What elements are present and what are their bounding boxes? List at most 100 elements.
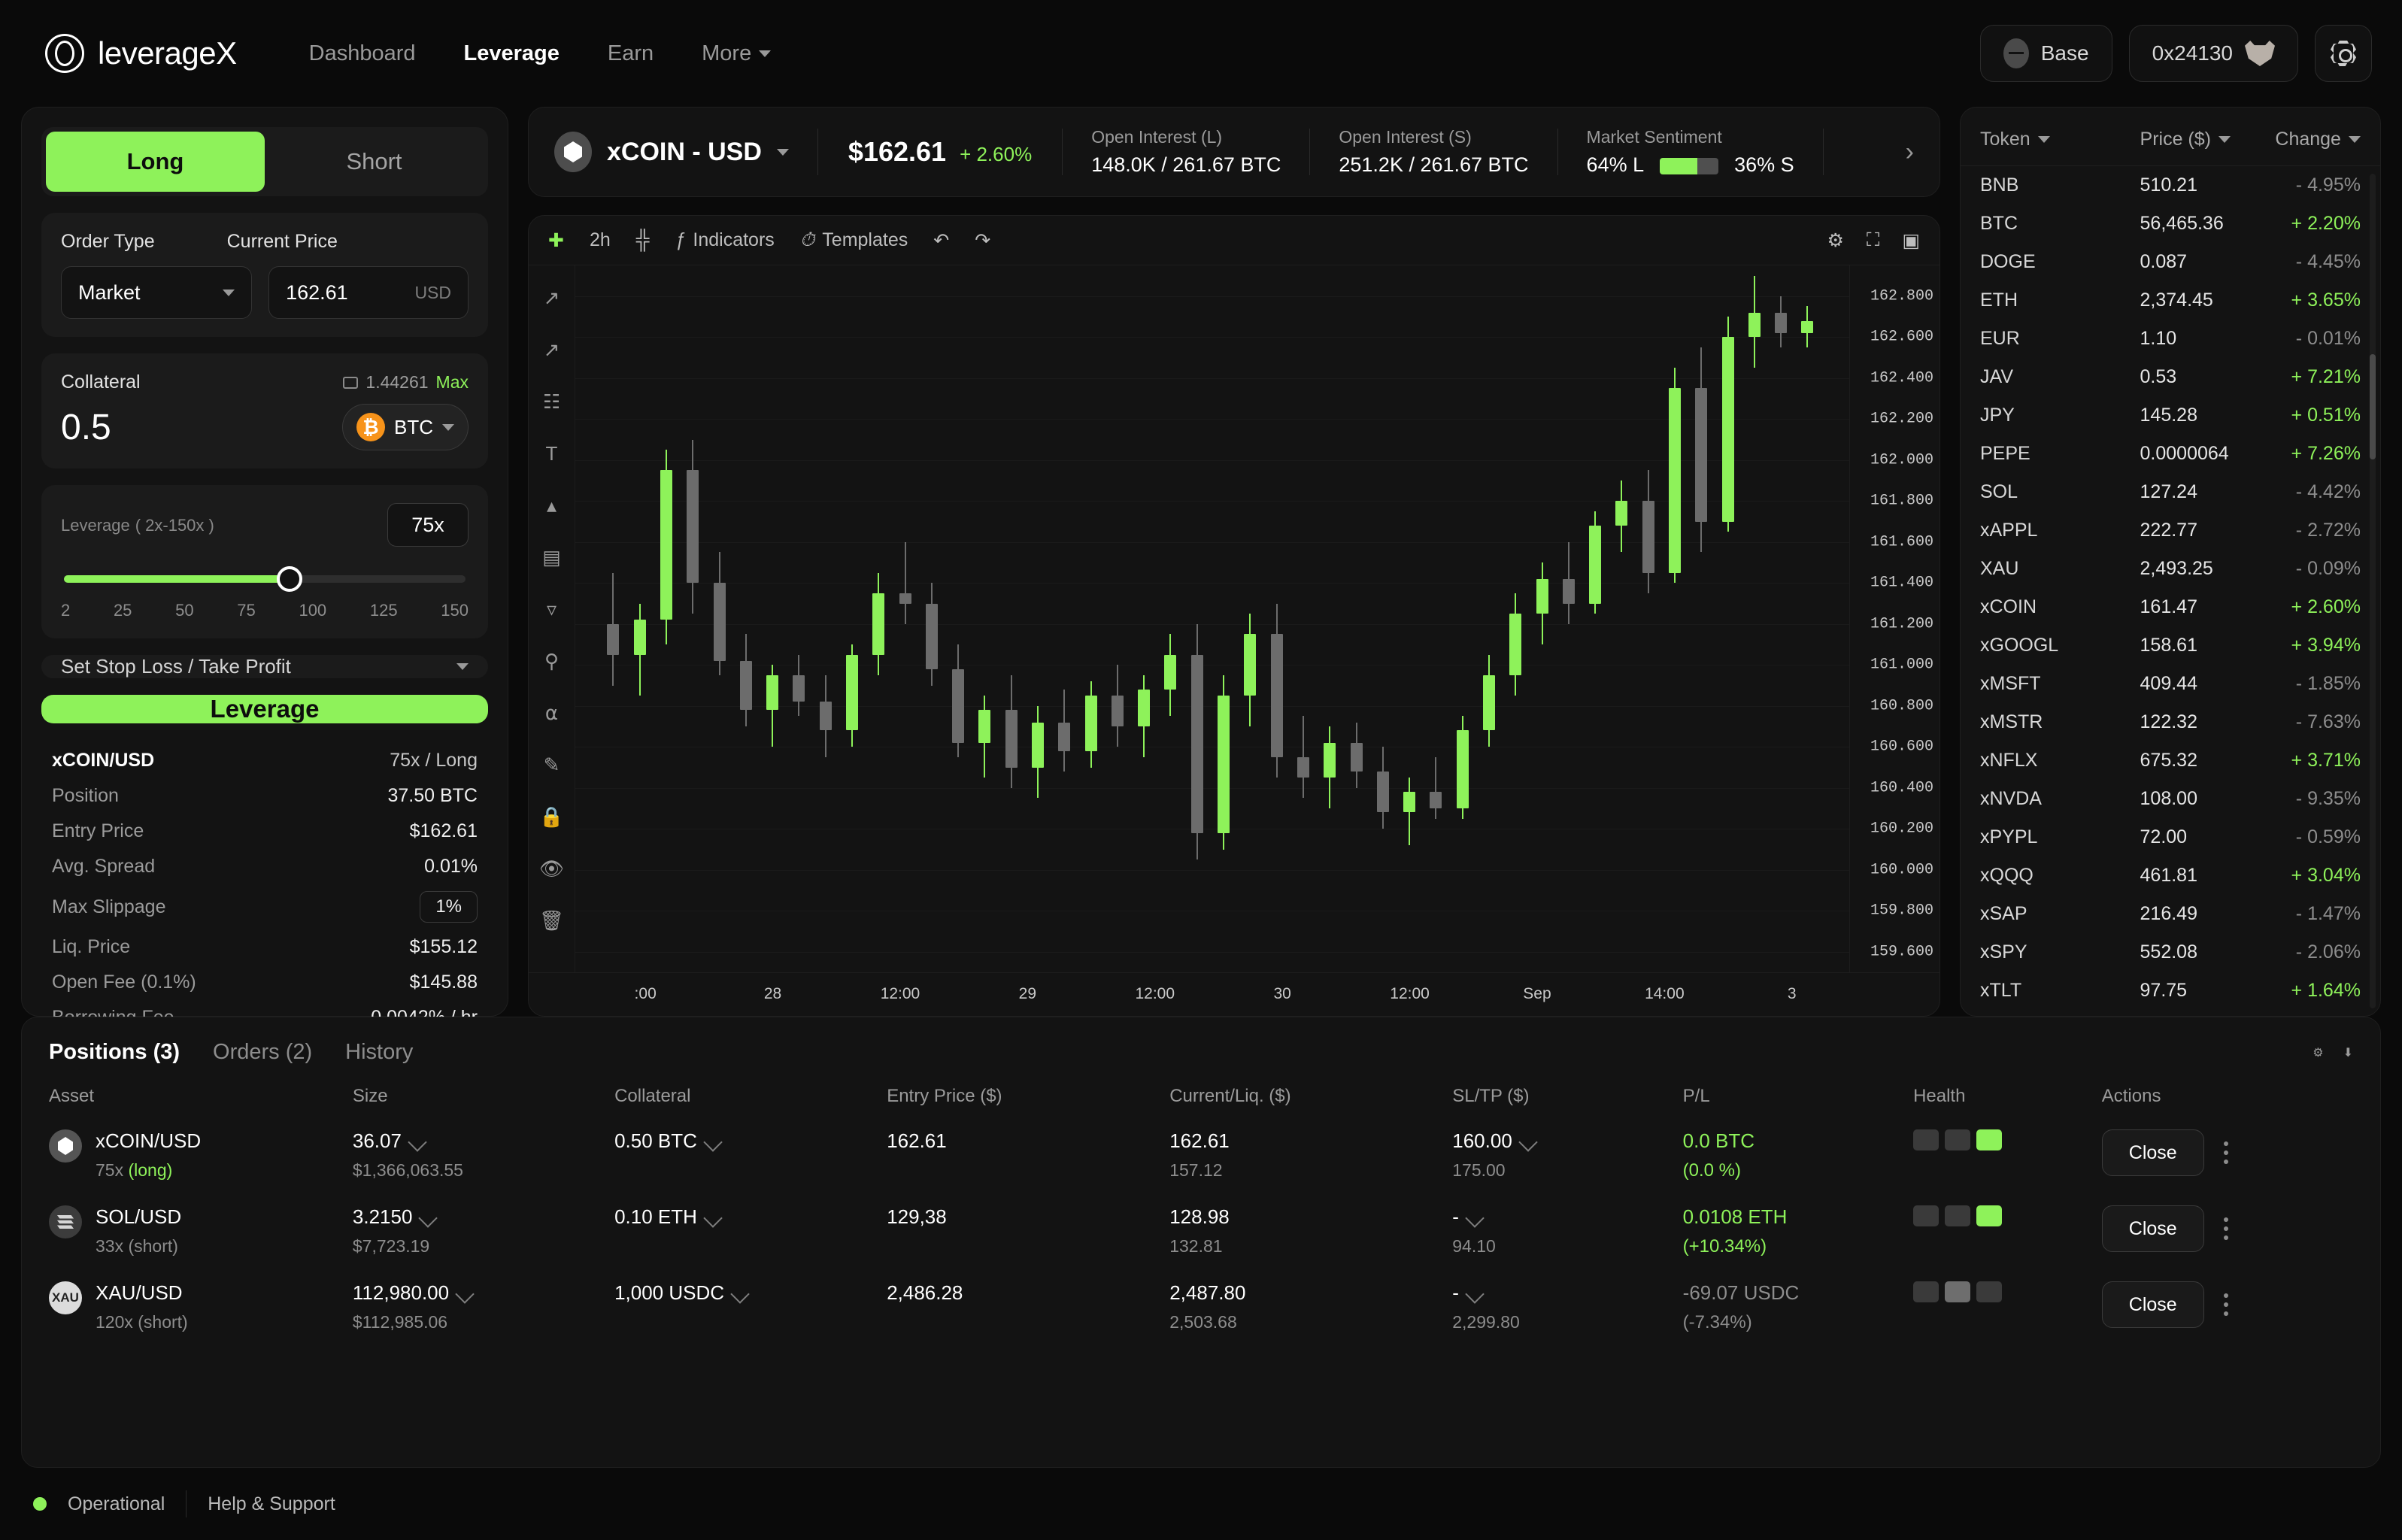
edit-pencil-icon[interactable] <box>408 1132 426 1151</box>
pattern-tool-icon[interactable]: ▴ <box>547 494 557 517</box>
price-column-header[interactable]: Price ($) <box>2140 129 2262 150</box>
stop-loss-take-profit-toggle[interactable]: Set Stop Loss / Take Profit <box>41 655 488 678</box>
redo-icon[interactable]: ↷ <box>975 229 990 252</box>
token-row[interactable]: EUR1.10- 0.01% <box>1961 320 2380 358</box>
close-position-button[interactable]: Close <box>2102 1205 2204 1252</box>
edit-pencil-icon[interactable] <box>455 1284 474 1303</box>
next-stats-button[interactable]: › <box>1883 138 1914 167</box>
interval-button[interactable]: 2h <box>590 229 611 251</box>
gear-icon[interactable]: ⚙ <box>2313 1045 2323 1060</box>
zoom-tool-icon[interactable]: ⚲ <box>544 650 559 673</box>
edit-pencil-icon[interactable] <box>703 1132 722 1151</box>
edit-pencil-icon[interactable] <box>1465 1208 1484 1227</box>
token-row[interactable]: xTSLA210.60- 1.64% <box>1961 1010 2380 1016</box>
token-row[interactable]: JPY145.28+ 0.51% <box>1961 396 2380 435</box>
leverage-value[interactable]: 75x <box>387 503 469 547</box>
edit-pencil-icon[interactable] <box>703 1208 722 1227</box>
help-support-link[interactable]: Help & Support <box>208 1493 335 1515</box>
change-column-header[interactable]: Change <box>2261 129 2361 150</box>
token-row[interactable]: xAPPL222.77- 2.72% <box>1961 511 2380 550</box>
nav-item-leverage[interactable]: Leverage <box>464 41 560 66</box>
camera-icon[interactable]: ▣ <box>1902 229 1920 252</box>
fib-tool-icon[interactable]: ☷ <box>543 390 560 414</box>
token-row[interactable]: xGOOGL158.61+ 3.94% <box>1961 626 2380 665</box>
magnet-tool-icon[interactable]: ⍺ <box>545 702 558 725</box>
forecast-tool-icon[interactable]: ▤ <box>542 546 561 569</box>
token-row[interactable]: JAV0.53+ 7.21% <box>1961 358 2380 396</box>
edit-pencil-icon[interactable] <box>730 1284 749 1303</box>
short-button[interactable]: Short <box>265 132 484 192</box>
chart-price-axis[interactable]: 162.800162.600162.400162.200162.000161.8… <box>1849 265 1939 972</box>
chart-time-axis[interactable]: :002812:002912:003012:00Sep14:003 <box>529 972 1939 1016</box>
indicators-button[interactable]: ƒIndicators <box>675 229 774 251</box>
templates-button[interactable]: ⏱Templates <box>800 229 908 251</box>
token-row[interactable]: DOGE0.087- 4.45% <box>1961 243 2380 281</box>
edit-pencil-icon[interactable] <box>1518 1132 1537 1151</box>
token-row[interactable]: xPYPL72.00- 0.59% <box>1961 818 2380 856</box>
wallet-button[interactable]: 0x24130 <box>2129 25 2298 82</box>
token-row[interactable]: XAU2,493.25- 0.09% <box>1961 550 2380 588</box>
collateral-max[interactable]: 1.44261 Max <box>343 372 469 393</box>
undo-icon[interactable]: ↶ <box>933 229 949 252</box>
ruler-tool-icon[interactable]: ▿ <box>547 598 557 621</box>
crosshair-icon[interactable]: ✚ <box>548 229 564 252</box>
trendline-tool-icon[interactable]: ↗ <box>544 338 560 362</box>
token-row[interactable]: xMSTR122.32- 7.63% <box>1961 703 2380 741</box>
table-row[interactable]: SOL/USD33x (short)3.2150$7,723.190.10 ET… <box>22 1193 2380 1269</box>
token-row[interactable]: xNVDA108.00- 9.35% <box>1961 780 2380 818</box>
chain-selector[interactable]: Base <box>1980 25 2112 82</box>
token-row[interactable]: xCOIN161.47+ 2.60% <box>1961 588 2380 626</box>
scrollbar-thumb[interactable] <box>2370 354 2376 459</box>
edit-pencil-icon[interactable] <box>1465 1284 1484 1303</box>
token-row[interactable]: xSAP216.49- 1.47% <box>1961 895 2380 933</box>
edit-pencil-icon[interactable] <box>419 1208 438 1227</box>
more-options-icon[interactable] <box>2224 1141 2228 1164</box>
nav-item-dashboard[interactable]: Dashboard <box>309 41 416 66</box>
close-position-button[interactable]: Close <box>2102 1281 2204 1328</box>
token-row[interactable]: BTC56,465.36+ 2.20% <box>1961 205 2380 243</box>
text-tool-icon[interactable]: T <box>546 442 558 465</box>
token-row[interactable]: xSPY552.08- 2.06% <box>1961 933 2380 972</box>
candlestick-icon[interactable]: ╬ <box>636 229 650 251</box>
nav-item-earn[interactable]: Earn <box>608 41 654 66</box>
brush-tool-icon[interactable]: ✎ <box>544 753 560 777</box>
download-icon[interactable]: ⬇ <box>2343 1045 2353 1060</box>
eye-tool-icon[interactable]: 👁 <box>539 857 564 881</box>
token-row[interactable]: xTLT97.75+ 1.64% <box>1961 972 2380 1010</box>
token-row[interactable]: ETH2,374.45+ 3.65% <box>1961 281 2380 320</box>
token-row[interactable]: xNFLX675.32+ 3.71% <box>1961 741 2380 780</box>
tab-positions[interactable]: Positions (3) <box>49 1040 180 1065</box>
cursor-tool-icon[interactable]: ↗ <box>544 286 560 310</box>
collateral-amount-input[interactable]: 0.5 <box>61 407 111 448</box>
tab-orders[interactable]: Orders (2) <box>213 1040 312 1065</box>
gear-icon[interactable]: ⚙ <box>1827 229 1843 252</box>
token-row[interactable]: xQQQ461.81+ 3.04% <box>1961 856 2380 895</box>
leverage-slider[interactable] <box>64 572 466 586</box>
long-button[interactable]: Long <box>46 132 265 192</box>
token-row[interactable]: PEPE0.0000064+ 7.26% <box>1961 435 2380 473</box>
pair-selector[interactable]: xCOIN - USD <box>554 132 817 172</box>
lock-tool-icon[interactable]: 🔒 <box>539 805 563 829</box>
table-row[interactable]: xCOIN/USD75x (long)36.07$1,366,063.550.5… <box>22 1117 2380 1193</box>
collateral-token-select[interactable]: ₿ BTC <box>342 404 469 450</box>
more-options-icon[interactable] <box>2224 1293 2228 1316</box>
submit-leverage-button[interactable]: Leverage <box>41 695 488 723</box>
current-price-input[interactable]: 162.61 USD <box>268 266 469 319</box>
table-row[interactable]: XAUXAU/USD120x (short)112,980.00$112,985… <box>22 1269 2380 1345</box>
trash-tool-icon[interactable]: 🗑 <box>539 909 564 932</box>
fullscreen-icon[interactable]: ⛶ <box>1867 229 1880 252</box>
chart-plot-area[interactable] <box>575 265 1849 972</box>
token-row[interactable]: BNB510.21- 4.95% <box>1961 166 2380 205</box>
settings-button[interactable] <box>2315 25 2372 82</box>
nav-item-more[interactable]: More <box>702 41 771 66</box>
tab-history[interactable]: History <box>345 1040 413 1065</box>
slider-knob[interactable] <box>277 566 302 592</box>
token-row[interactable]: xMSFT409.44- 1.85% <box>1961 665 2380 703</box>
brand-logo[interactable]: leverageX <box>45 34 237 73</box>
more-options-icon[interactable] <box>2224 1217 2228 1240</box>
max-slippage-value[interactable]: 1% <box>420 891 478 923</box>
close-position-button[interactable]: Close <box>2102 1129 2204 1176</box>
order-type-select[interactable]: Market <box>61 266 252 319</box>
token-column-header[interactable]: Token <box>1980 129 2140 150</box>
token-row[interactable]: SOL127.24- 4.42% <box>1961 473 2380 511</box>
